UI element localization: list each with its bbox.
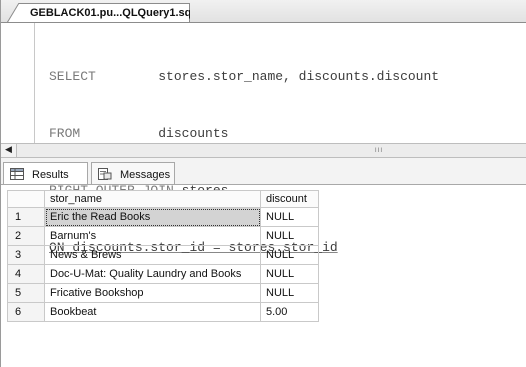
sql-editor[interactable]: SELECT stores.stor_name, discounts.disco… [1, 23, 526, 255]
code-line: SELECT stores.stor_name, discounts.disco… [49, 67, 439, 86]
sql-keyword: FROM [49, 126, 81, 141]
table-row[interactable]: 6 Bookbeat 5.00 [7, 302, 319, 322]
cell-stor-name[interactable]: Bookbeat [44, 302, 261, 322]
row-number[interactable]: 4 [7, 264, 45, 284]
row-number[interactable]: 6 [7, 302, 45, 322]
result-tabs: Results Messages [1, 158, 526, 185]
scroll-left-arrow-icon[interactable]: ◀ [1, 144, 17, 157]
sql-text: stores.stor_name, discounts.discount [158, 69, 440, 84]
document-tab-strip: GEBLACK01.pu...QLQuery1.sql* [1, 0, 526, 23]
table-row[interactable]: 3 News & Brews NULL [7, 245, 319, 265]
grid-icon [10, 168, 24, 180]
cell-discount[interactable]: NULL [260, 245, 319, 265]
grid-header-row: stor_name discount [7, 190, 319, 208]
column-header-stor-name[interactable]: stor_name [44, 190, 261, 208]
sql-text: discounts [158, 126, 229, 141]
cell-stor-name[interactable]: Fricative Bookshop [44, 283, 261, 303]
tab-messages[interactable]: Messages [91, 162, 175, 184]
document-tab-title: GEBLACK01.pu...QLQuery1.sql* [30, 7, 199, 19]
cell-discount[interactable]: NULL [260, 226, 319, 246]
cell-discount[interactable]: 5.00 [260, 302, 319, 322]
messages-icon [98, 168, 112, 180]
cell-stor-name[interactable]: Doc-U-Mat: Quality Laundry and Books [44, 264, 261, 284]
cell-stor-name[interactable]: Eric the Read Books [44, 207, 261, 227]
tab-results-label: Results [32, 169, 69, 181]
grid-corner[interactable] [7, 190, 45, 208]
query-window: GEBLACK01.pu...QLQuery1.sql* SELECT stor… [0, 0, 526, 367]
cell-stor-name[interactable]: Barnum's [44, 226, 261, 246]
column-header-discount[interactable]: discount [260, 190, 319, 208]
code-line: FROM discounts [49, 124, 439, 143]
table-row[interactable]: 5 Fricative Bookshop NULL [7, 283, 319, 303]
cell-discount[interactable]: NULL [260, 264, 319, 284]
tab-messages-label: Messages [120, 169, 171, 181]
table-row[interactable]: 2 Barnum's NULL [7, 226, 319, 246]
cell-discount[interactable]: NULL [260, 283, 319, 303]
table-row[interactable]: 4 Doc-U-Mat: Quality Laundry and Books N… [7, 264, 319, 284]
cell-discount[interactable]: NULL [260, 207, 319, 227]
scroll-grip-icon[interactable]: III [372, 147, 386, 154]
row-number[interactable]: 5 [7, 283, 45, 303]
table-row[interactable]: 1 Eric the Read Books NULL [7, 207, 319, 227]
document-tab[interactable]: GEBLACK01.pu...QLQuery1.sql* [7, 3, 190, 22]
editor-margin [34, 23, 35, 143]
row-number[interactable]: 2 [7, 226, 45, 246]
results-grid: stor_name discount 1 Eric the Read Books… [7, 190, 319, 322]
row-number[interactable]: 3 [7, 245, 45, 265]
editor-horizontal-scrollbar[interactable]: ◀ III [1, 143, 526, 158]
tab-results[interactable]: Results [3, 162, 88, 184]
cell-stor-name[interactable]: News & Brews [44, 245, 261, 265]
row-number[interactable]: 1 [7, 207, 45, 227]
sql-keyword: SELECT [49, 69, 96, 84]
